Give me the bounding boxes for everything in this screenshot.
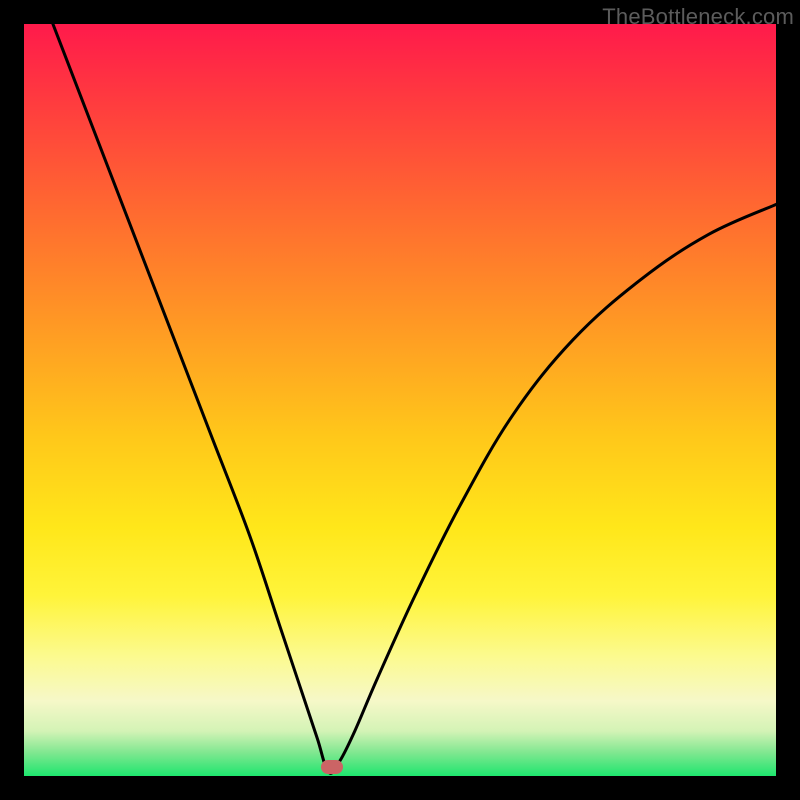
optimal-point-marker — [321, 760, 343, 774]
chart-frame — [24, 24, 776, 776]
bottleneck-curve — [24, 24, 776, 776]
attribution-text: TheBottleneck.com — [602, 4, 794, 30]
